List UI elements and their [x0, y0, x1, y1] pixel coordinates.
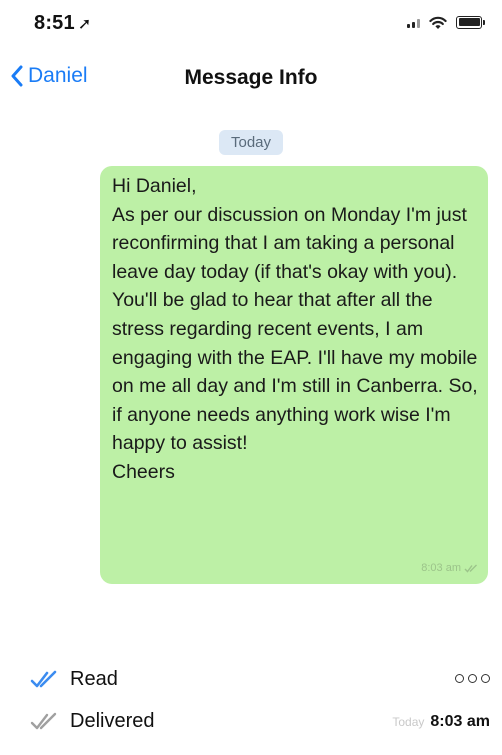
message-meta: 8:03 am: [421, 562, 478, 574]
status-time: 8:51 ➚: [34, 12, 91, 35]
clock-text: 8:51: [34, 12, 75, 34]
message-text: Hi Daniel, As per our discussion on Mond…: [112, 175, 478, 483]
delivered-row: Delivered Today 8:03 am: [0, 702, 502, 742]
page-title: Message Info: [184, 66, 318, 89]
status-bar: 8:51 ➚: [0, 0, 502, 44]
message-time: 8:03 am: [421, 562, 461, 574]
signal-icon: [407, 16, 420, 28]
location-arrow-icon: ➚: [77, 16, 92, 33]
navigation-bar: Daniel Message Info: [0, 56, 502, 100]
battery-icon: [456, 15, 485, 29]
delivered-day: Today: [392, 715, 425, 729]
read-double-check-icon: [30, 670, 57, 688]
delivered-time: 8:03 am: [430, 713, 490, 730]
status-icons: [407, 13, 485, 31]
date-pill: Today: [218, 130, 284, 155]
double-check-icon: [464, 564, 477, 573]
delivered-label: Delivered: [70, 710, 155, 732]
read-label: Read: [70, 668, 118, 690]
wifi-icon: [429, 16, 447, 29]
more-dots-icon[interactable]: [455, 674, 490, 683]
message-bubble[interactable]: Hi Daniel, As per our discussion on Mond…: [100, 166, 488, 584]
date-divider: Today: [0, 130, 502, 155]
delivered-timestamp: Today 8:03 am: [392, 713, 490, 731]
read-row[interactable]: Read: [0, 660, 502, 700]
delivered-double-check-icon: [30, 712, 57, 730]
